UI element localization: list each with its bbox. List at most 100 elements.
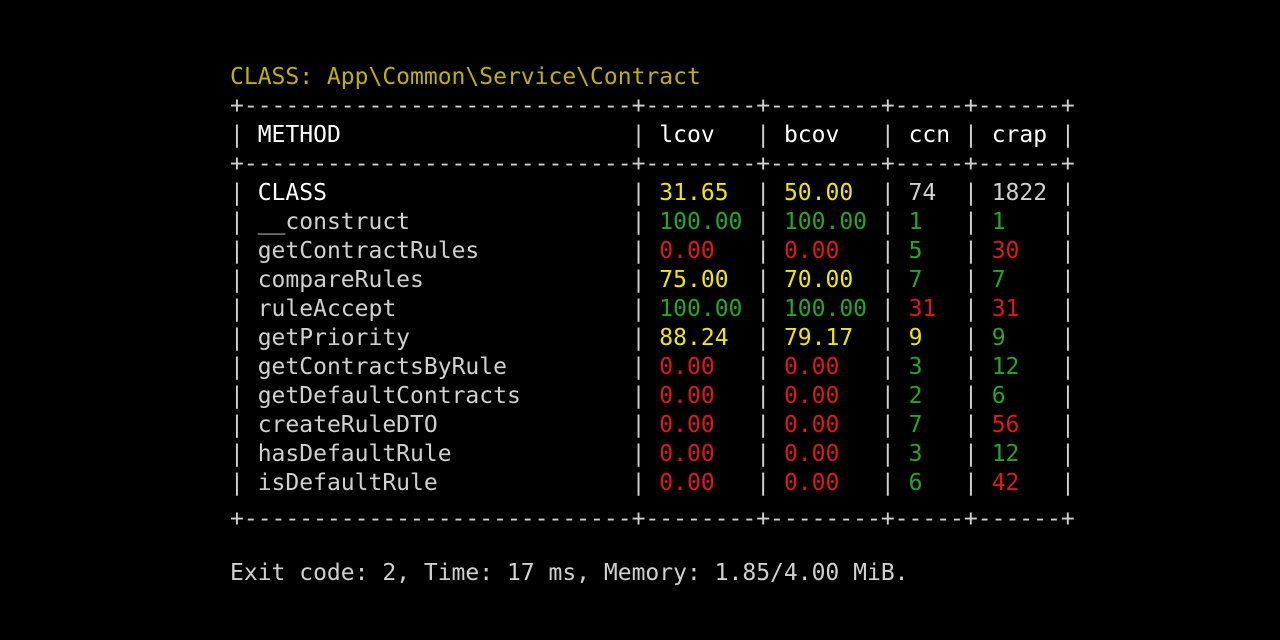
column-separator: | <box>756 470 771 496</box>
column-separator: | <box>631 383 646 409</box>
crap-value: 30 <box>977 238 1061 264</box>
ccn-value: 5 <box>894 238 964 264</box>
lcov-value: 0.00 <box>645 383 757 409</box>
class-title: CLASS: App\Common\Service\Contract <box>230 64 701 90</box>
bcov-value: 50.00 <box>770 180 881 206</box>
table-row: | isDefaultRule | 0.00 | 0.00 | 6 | 42 | <box>230 469 1075 498</box>
table-row: | compareRules | 75.00 | 70.00 | 7 | 7 | <box>230 266 1075 295</box>
lcov-value: 100.00 <box>645 296 757 322</box>
column-separator: | <box>631 209 646 235</box>
bcov-value: 79.17 <box>770 325 881 351</box>
column-separator: | <box>230 470 244 496</box>
method-name: isDefaultRule <box>243 470 632 496</box>
bcov-value: 70.00 <box>770 267 881 293</box>
column-separator: | <box>631 470 646 496</box>
column-separator: | <box>880 441 895 467</box>
lcov-value: 31.65 <box>645 180 757 206</box>
column-separator: | <box>230 296 244 322</box>
column-separator: | <box>756 209 771 235</box>
column-separator: | <box>963 383 978 409</box>
method-name: getContractsByRule <box>243 354 632 380</box>
method-name: ruleAccept <box>243 296 632 322</box>
column-separator: | <box>631 325 646 351</box>
column-separator: | <box>631 122 646 148</box>
crap-value: 12 <box>977 441 1061 467</box>
ccn-value: 1 <box>894 209 964 235</box>
method-name: hasDefaultRule <box>243 441 632 467</box>
terminal-window: CLASS: App\Common\Service\Contract +----… <box>0 0 1280 640</box>
column-separator: | <box>230 354 244 380</box>
bcov-value: 100.00 <box>770 209 881 235</box>
lcov-value: 100.00 <box>645 209 757 235</box>
table-border-bottom: +----------------------------+--------+-… <box>230 506 1075 532</box>
crap-value: 6 <box>977 383 1061 409</box>
bcov-value: 0.00 <box>770 238 881 264</box>
crap-value: 42 <box>977 470 1061 496</box>
crap-value: 12 <box>977 354 1061 380</box>
method-name: CLASS <box>243 180 632 206</box>
column-separator: | <box>756 267 771 293</box>
ccn-value: 31 <box>894 296 964 322</box>
ccn-value: 3 <box>894 441 964 467</box>
bcov-value: 0.00 <box>770 412 881 438</box>
column-separator: | <box>963 441 978 467</box>
exit-status: Exit code: 2, Time: 17 ms, Memory: 1.85/… <box>230 560 909 586</box>
column-separator: | <box>963 238 978 264</box>
column-separator: | <box>756 325 771 351</box>
column-header-bcov: bcov <box>770 122 881 148</box>
column-separator: | <box>1060 470 1075 496</box>
lcov-value: 88.24 <box>645 325 757 351</box>
method-name: getDefaultContracts <box>243 383 632 409</box>
column-separator: | <box>880 354 895 380</box>
column-separator: | <box>1060 383 1075 409</box>
column-separator: | <box>756 238 771 264</box>
column-separator: | <box>756 122 771 148</box>
column-separator: | <box>1060 412 1075 438</box>
bcov-value: 100.00 <box>770 296 881 322</box>
crap-value: 9 <box>977 325 1061 351</box>
column-separator: | <box>631 354 646 380</box>
ccn-value: 7 <box>894 267 964 293</box>
lcov-value: 0.00 <box>645 354 757 380</box>
column-separator: | <box>1060 180 1075 206</box>
column-separator: | <box>631 412 646 438</box>
table-row: | getDefaultContracts | 0.00 | 0.00 | 2 … <box>230 382 1075 411</box>
ccn-value: 3 <box>894 354 964 380</box>
method-name: createRuleDTO <box>243 412 632 438</box>
bcov-value: 0.00 <box>770 470 881 496</box>
column-separator: | <box>230 383 244 409</box>
column-separator: | <box>631 267 646 293</box>
column-separator: | <box>230 209 244 235</box>
ccn-value: 9 <box>894 325 964 351</box>
column-separator: | <box>880 325 895 351</box>
column-separator: | <box>880 267 895 293</box>
table-row: | getContractRules | 0.00 | 0.00 | 5 | 3… <box>230 237 1075 266</box>
column-separator: | <box>963 180 978 206</box>
lcov-value: 0.00 <box>645 238 757 264</box>
column-header-crap: crap <box>977 122 1061 148</box>
table-row: | __construct | 100.00 | 100.00 | 1 | 1 … <box>230 208 1075 237</box>
crap-value: 56 <box>977 412 1061 438</box>
column-separator: | <box>230 412 244 438</box>
column-separator: | <box>880 296 895 322</box>
ccn-value: 7 <box>894 412 964 438</box>
table-row: | createRuleDTO | 0.00 | 0.00 | 7 | 56 | <box>230 411 1075 440</box>
lcov-value: 0.00 <box>645 470 757 496</box>
column-separator: | <box>963 412 978 438</box>
column-separator: | <box>756 383 771 409</box>
table-row: | getPriority | 88.24 | 79.17 | 9 | 9 | <box>230 324 1075 353</box>
lcov-value: 0.00 <box>645 412 757 438</box>
column-separator: | <box>230 122 244 148</box>
column-separator: | <box>1060 122 1075 148</box>
column-separator: | <box>756 296 771 322</box>
column-separator: | <box>963 470 978 496</box>
crap-value: 1 <box>977 209 1061 235</box>
column-separator: | <box>756 412 771 438</box>
bcov-value: 0.00 <box>770 383 881 409</box>
column-separator: | <box>963 296 978 322</box>
crap-value: 1822 <box>977 180 1061 206</box>
ccn-value: 2 <box>894 383 964 409</box>
column-separator: | <box>963 122 978 148</box>
column-separator: | <box>1060 209 1075 235</box>
column-header-ccn: ccn <box>894 122 964 148</box>
